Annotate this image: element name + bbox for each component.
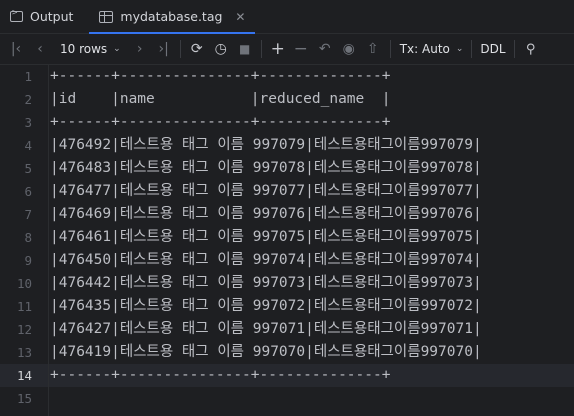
tab-output-label: Output	[30, 9, 74, 24]
toolbar-divider	[389, 40, 391, 58]
editor-line: |476435|테스트용 태그 이름 997072|테스트용태그이름997072…	[50, 298, 482, 314]
result-toolbar: |‹ ‹ 10 rows ⌄ › ›| ⟳ ◷ ■ + − ↶ ◉ ⇧ Tx: …	[0, 34, 574, 65]
line-number: 10	[16, 276, 32, 291]
ddl-button[interactable]: DDL	[480, 34, 505, 64]
tab-bar: Output mydatabase.tag ✕	[0, 0, 574, 34]
line-number: 4	[24, 138, 32, 153]
line-number: 14	[16, 368, 32, 383]
text-result-editor[interactable]: 1 2 3 4 5 6 7 8 9 10 11 12 13 14 15 +------+----------…	[0, 65, 574, 416]
line-number: 7	[24, 207, 32, 222]
previous-page-icon[interactable]: ‹	[30, 34, 50, 64]
editor-line: |476477|테스트용 태그 이름 997077|테스트용태그이름997077…	[50, 183, 482, 199]
transaction-mode-label: Tx: Auto	[399, 42, 450, 56]
editor-line: |476442|테스트용 태그 이름 997073|테스트용태그이름997073…	[50, 275, 482, 291]
editor-line: |476483|테스트용 태그 이름 997078|테스트용태그이름997078…	[50, 160, 482, 176]
close-icon[interactable]: ✕	[235, 10, 245, 24]
tab-mydatabase-label: mydatabase.tag	[120, 9, 223, 24]
line-number: 3	[24, 115, 32, 130]
editor-line: +------+---------------+--------------+	[50, 68, 391, 84]
toolbar-divider	[260, 40, 262, 58]
editor-line: |476492|테스트용 태그 이름 997079|테스트용태그이름997079…	[50, 137, 482, 153]
line-number: 8	[24, 230, 32, 245]
first-page-icon[interactable]: |‹	[2, 34, 30, 64]
line-number: 12	[16, 322, 32, 337]
ddl-label: DDL	[480, 42, 506, 56]
line-number: 11	[16, 299, 32, 314]
line-number: 13	[16, 345, 32, 360]
preview-changes-icon[interactable]: ◉	[337, 34, 361, 64]
line-number-gutter: 1 2 3 4 5 6 7 8 9 10 11 12 13 14 15	[0, 65, 49, 416]
toolbar-divider	[513, 40, 515, 58]
editor-line: |id |name |reduced_name |	[50, 91, 391, 107]
tab-mydatabase[interactable]: mydatabase.tag ✕	[89, 0, 256, 34]
history-icon[interactable]: ◷	[208, 34, 234, 64]
editor-line: |476450|테스트용 태그 이름 997074|테스트용태그이름997074…	[50, 252, 482, 268]
line-number: 15	[16, 391, 32, 406]
editor-line: |476461|테스트용 태그 이름 997075|테스트용태그이름997075…	[50, 229, 482, 245]
toolbar-divider	[179, 40, 181, 58]
editor-line: |476469|테스트용 태그 이름 997076|테스트용태그이름997076…	[50, 206, 482, 222]
tab-output[interactable]: Output	[0, 0, 83, 33]
last-page-icon[interactable]: ›|	[153, 34, 175, 64]
add-row-icon[interactable]: +	[267, 34, 289, 64]
editor-line: +------+---------------+--------------+	[50, 367, 391, 383]
transaction-mode-select[interactable]: Tx: Auto ⌄	[400, 34, 464, 64]
editor-line: |476419|테스트용 태그 이름 997070|테스트용태그이름997070…	[50, 344, 482, 360]
terminal-icon	[10, 8, 23, 22]
line-number: 1	[24, 69, 32, 84]
pin-icon[interactable]: ⚲	[520, 34, 542, 64]
line-number: 5	[24, 161, 32, 176]
editor-line: |476427|테스트용 태그 이름 997071|테스트용태그이름997071…	[50, 321, 482, 337]
line-number: 2	[24, 92, 32, 107]
rows-per-page-select[interactable]: 10 rows ⌄	[60, 34, 121, 64]
delete-row-icon[interactable]: −	[289, 34, 313, 64]
line-number: 6	[24, 184, 32, 199]
stop-icon[interactable]: ■	[234, 34, 256, 64]
rows-per-page-label: 10 rows	[60, 42, 108, 56]
next-page-icon[interactable]: ›	[127, 34, 153, 64]
chevron-down-icon: ⌄	[455, 44, 464, 54]
chevron-down-icon: ⌄	[113, 44, 121, 54]
refresh-icon[interactable]: ⟳	[186, 34, 208, 64]
submit-icon[interactable]: ⇧	[361, 34, 385, 64]
editor-line: +------+---------------+--------------+	[50, 114, 391, 130]
table-icon	[99, 10, 114, 23]
toolbar-divider	[471, 40, 473, 58]
revert-icon[interactable]: ↶	[313, 34, 337, 64]
line-number: 9	[24, 253, 32, 268]
